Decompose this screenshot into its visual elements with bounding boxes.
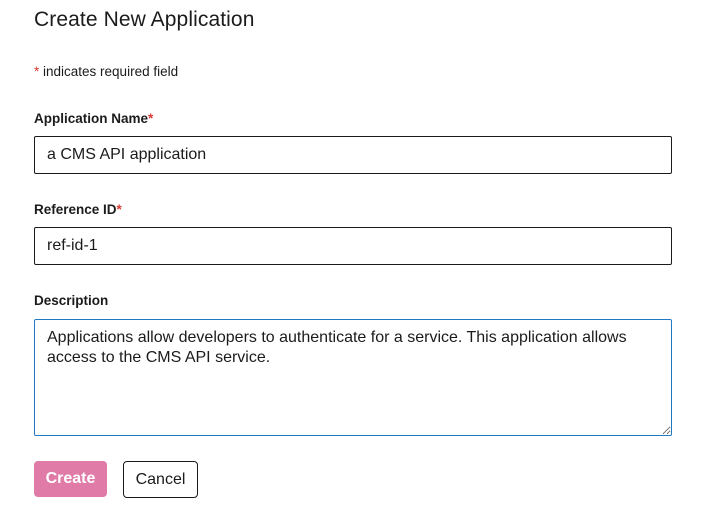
application-name-required-marker: * — [148, 111, 154, 126]
reference-id-input[interactable] — [34, 227, 672, 265]
reference-id-label-text: Reference ID — [34, 202, 117, 217]
required-field-note: * indicates required field — [34, 64, 178, 79]
reference-id-required-marker: * — [116, 202, 122, 217]
reference-id-label: Reference ID* — [34, 202, 122, 217]
create-button[interactable]: Create — [34, 461, 107, 497]
application-name-label: Application Name* — [34, 111, 153, 126]
description-textarea[interactable]: Applications allow developers to authent… — [34, 319, 672, 436]
application-name-input[interactable] — [34, 136, 672, 174]
required-note-text: indicates required field — [39, 64, 179, 79]
create-application-form: Create New Application * indicates requi… — [0, 0, 708, 514]
application-name-label-text: Application Name — [34, 111, 149, 126]
description-label: Description — [34, 293, 108, 308]
cancel-button[interactable]: Cancel — [123, 461, 198, 498]
page-title: Create New Application — [34, 8, 255, 31]
description-label-text: Description — [34, 293, 109, 308]
